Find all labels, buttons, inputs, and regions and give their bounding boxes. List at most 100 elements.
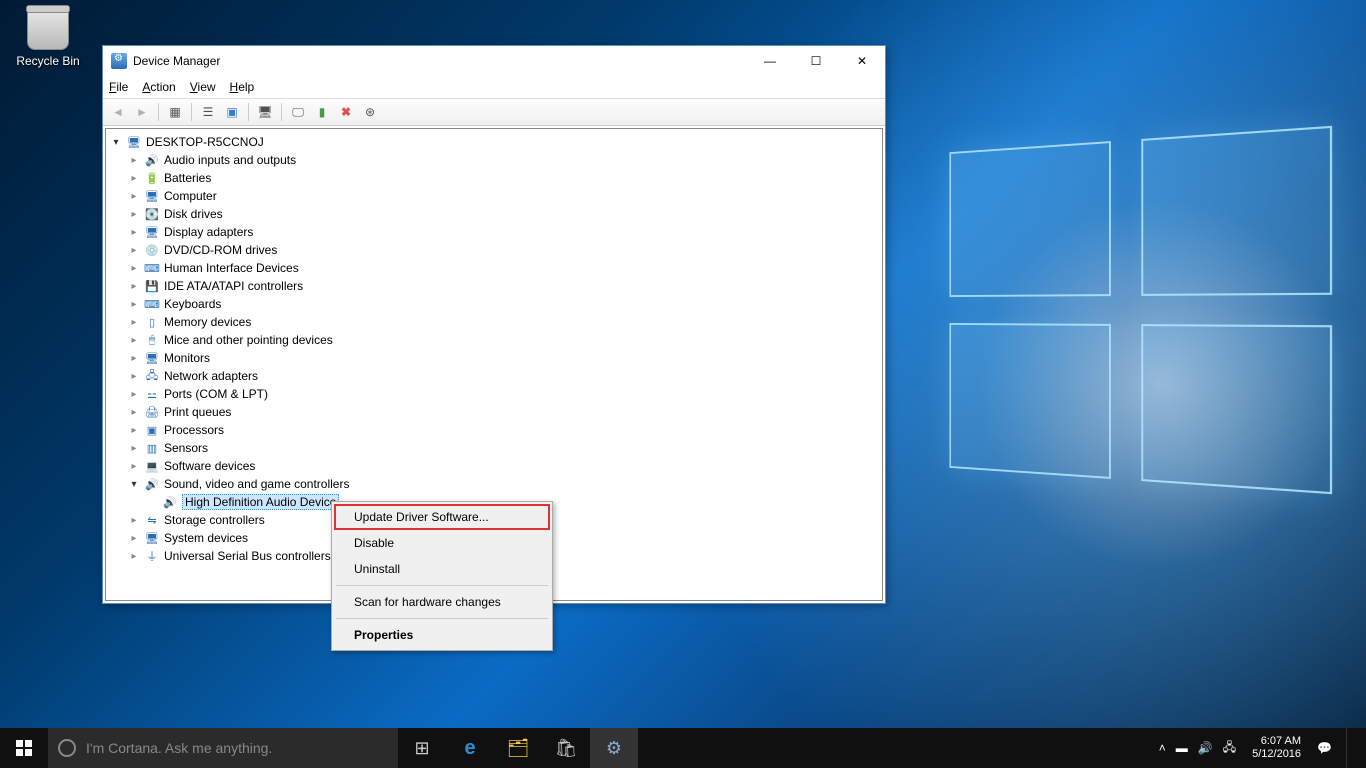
maximize-button[interactable]: ☐	[793, 46, 839, 76]
category-icon: 🖱	[144, 333, 160, 347]
context-menu-item[interactable]: Disable	[334, 530, 550, 556]
edge-button[interactable]: e	[446, 728, 494, 768]
uninstall-button[interactable]: ✖	[335, 101, 357, 123]
start-button[interactable]	[0, 728, 48, 768]
update-driver-button[interactable]: 🖥	[254, 101, 276, 123]
tree-category[interactable]: ▥Sensors	[106, 439, 882, 457]
category-label: Display adapters	[164, 225, 253, 239]
clock[interactable]: 6:07 AM 5/12/2016	[1246, 735, 1307, 761]
folder-icon: 🗂	[507, 738, 530, 759]
disable-button[interactable]: ⊛	[359, 101, 381, 123]
tray-chevron-icon[interactable]: ˄	[1159, 741, 1166, 755]
tree-category[interactable]: 🔋Batteries	[106, 169, 882, 187]
context-menu-separator	[336, 618, 548, 619]
context-menu-item[interactable]: Scan for hardware changes	[334, 589, 550, 615]
tree-category[interactable]: 🖱 Mice and other pointing devices	[106, 331, 882, 349]
category-icon: 🔊	[144, 153, 160, 167]
category-label: Sound, video and game controllers	[164, 477, 349, 491]
category-label: Audio inputs and outputs	[164, 153, 296, 167]
category-icon: 💾	[144, 279, 160, 293]
tree-category[interactable]: 💻Software devices	[106, 457, 882, 475]
category-label: Memory devices	[164, 315, 251, 329]
show-desktop-button[interactable]	[1346, 728, 1360, 768]
properties-button[interactable]: ☰	[197, 101, 219, 123]
category-label: Processors	[164, 423, 224, 437]
tree-category[interactable]: ⌨ Keyboards	[106, 295, 882, 313]
close-button[interactable]: ✕	[839, 46, 885, 76]
category-icon: ⚍	[144, 387, 160, 401]
device-manager-taskbar-button[interactable]: ⚙	[590, 728, 638, 768]
volume-icon[interactable]: 🔊	[1198, 741, 1213, 755]
menu-help[interactable]: Help	[230, 80, 255, 94]
category-label: Computer	[164, 189, 217, 203]
back-button: ◄	[107, 101, 129, 123]
category-label: Disk drives	[164, 207, 223, 221]
minimize-button[interactable]: —	[747, 46, 793, 76]
notifications-icon[interactable]: 💬	[1317, 741, 1332, 755]
recycle-bin-icon[interactable]: Recycle Bin	[12, 8, 84, 68]
tree-category-expanded[interactable]: 🔊 Sound, video and game controllers	[106, 475, 882, 493]
category-icon: ▣	[144, 423, 160, 437]
category-label: Monitors	[164, 351, 210, 365]
enable-button[interactable]: ▮	[311, 101, 333, 123]
menubar: File Action View Help	[103, 76, 885, 98]
tree-category[interactable]: 🖥Monitors	[106, 349, 882, 367]
tree-category[interactable]: ▯Memory devices	[106, 313, 882, 331]
category-icon: 🖧	[144, 369, 160, 383]
category-icon: 💻	[144, 459, 160, 473]
tree-category[interactable]: 💿DVD/CD-ROM drives	[106, 241, 882, 259]
store-icon: 🛍	[555, 738, 578, 759]
recycle-bin-label: Recycle Bin	[12, 54, 84, 68]
category-label: Mice and other pointing devices	[164, 333, 333, 347]
category-icon: ⏚	[144, 549, 160, 563]
tree-root[interactable]: 🖥 DESKTOP-R5CCNOJ	[106, 133, 882, 151]
context-menu-item[interactable]: Uninstall	[334, 556, 550, 582]
network-icon[interactable]: 🖧	[1223, 738, 1236, 759]
cortana-search[interactable]: I'm Cortana. Ask me anything.	[48, 728, 398, 768]
system-tray[interactable]: ˄ ▬ 🔊 🖧 6:07 AM 5/12/2016 💬	[1153, 728, 1366, 768]
task-view-icon: ⊞	[414, 738, 429, 759]
selected-device-label: High Definition Audio Device	[182, 494, 339, 510]
app-icon	[111, 53, 127, 69]
computer-icon: 🖥	[126, 135, 142, 149]
category-icon: 💽	[144, 207, 160, 221]
windows-logo-graphic	[949, 126, 1332, 494]
tree-category[interactable]: 💾IDE ATA/ATAPI controllers	[106, 277, 882, 295]
context-menu-item[interactable]: Update Driver Software...	[334, 504, 550, 530]
edge-icon: e	[464, 737, 475, 760]
scan-hardware-button[interactable]: 🖵	[287, 101, 309, 123]
tree-category[interactable]: ⌨Human Interface Devices	[106, 259, 882, 277]
category-label: DVD/CD-ROM drives	[164, 243, 277, 257]
gear-icon: ⚙	[606, 738, 622, 759]
tray-app-icon[interactable]: ▬	[1176, 741, 1188, 755]
file-explorer-button[interactable]: 🗂	[494, 728, 542, 768]
clock-date: 5/12/2016	[1252, 748, 1301, 761]
titlebar[interactable]: Device Manager — ☐ ✕	[103, 46, 885, 76]
tree-category[interactable]: 🖥 Display adapters	[106, 223, 882, 241]
menu-file[interactable]: File	[109, 80, 128, 94]
tree-category[interactable]: 🖨 Print queues	[106, 403, 882, 421]
context-menu-separator	[336, 585, 548, 586]
show-hidden-button[interactable]: ▦	[164, 101, 186, 123]
help-button[interactable]: ▣	[221, 101, 243, 123]
tree-category[interactable]: 🖥Computer	[106, 187, 882, 205]
tree-category[interactable]: ▣ Processors	[106, 421, 882, 439]
bin-icon	[27, 8, 69, 50]
task-view-button[interactable]: ⊞	[398, 728, 446, 768]
tree-category[interactable]: 💽 Disk drives	[106, 205, 882, 223]
tree-category[interactable]: 🔊 Audio inputs and outputs	[106, 151, 882, 169]
root-label: DESKTOP-R5CCNOJ	[146, 135, 264, 149]
category-label: Keyboards	[164, 297, 221, 311]
category-icon: ▥	[144, 441, 160, 455]
tree-category[interactable]: 🖧 Network adapters	[106, 367, 882, 385]
store-button[interactable]: 🛍	[542, 728, 590, 768]
menu-action[interactable]: Action	[142, 80, 175, 94]
menu-view[interactable]: View	[190, 80, 216, 94]
category-label: Network adapters	[164, 369, 258, 383]
category-icon: ⌨	[144, 297, 160, 311]
category-icon: 🖥	[144, 225, 160, 239]
context-menu-item[interactable]: Properties	[334, 622, 550, 648]
tree-category[interactable]: ⚍Ports (COM & LPT)	[106, 385, 882, 403]
category-icon: 🖨	[144, 405, 160, 419]
category-label: Print queues	[164, 405, 231, 419]
